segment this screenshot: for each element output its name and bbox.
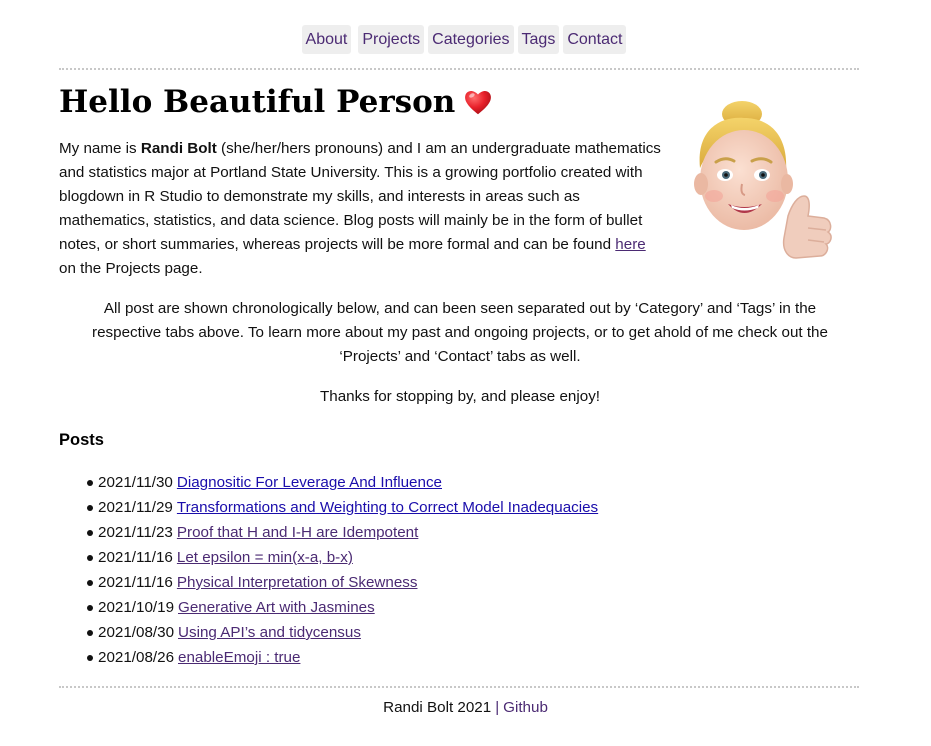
about-paragraph: All post are shown chronologically below… xyxy=(92,300,828,365)
bullet-icon xyxy=(87,629,93,636)
post-link[interactable]: Diagnositic For Leverage And Influence xyxy=(177,470,442,495)
page-title-text: Hello Beautiful Person xyxy=(59,84,456,120)
page-title: Hello Beautiful Person xyxy=(59,82,493,122)
top-divider xyxy=(59,68,859,70)
post-link[interactable]: Proof that H and I-H are Idempotent xyxy=(177,520,418,545)
post-item: 2021/10/19 Generative Art with Jasmines xyxy=(59,595,598,620)
projects-here-link[interactable]: here xyxy=(615,236,645,253)
post-item: 2021/11/29 Transformations and Weighting… xyxy=(59,495,598,520)
nav-projects[interactable]: Projects xyxy=(358,25,425,54)
github-link[interactable]: Github xyxy=(503,699,548,716)
red-heart-icon xyxy=(463,87,493,117)
post-date: 2021/11/16 xyxy=(98,549,173,566)
post-date: 2021/10/19 xyxy=(98,599,175,616)
post-item: 2021/11/23 Proof that H and I-H are Idem… xyxy=(59,520,598,545)
nav-tags[interactable]: Tags xyxy=(517,25,560,54)
post-link[interactable]: Transformations and Weighting to Correct… xyxy=(177,495,598,520)
post-item: 2021/08/26 enableEmoji : true xyxy=(59,645,598,670)
bullet-icon xyxy=(87,654,93,661)
post-date: 2021/11/30 xyxy=(98,474,173,491)
post-link[interactable]: Physical Interpretation of Skewness xyxy=(177,570,418,595)
nav-categories[interactable]: Categories xyxy=(428,25,514,54)
bullet-icon xyxy=(87,529,93,536)
post-item: 2021/08/30 Using API’s and tidycensus xyxy=(59,620,598,645)
post-item: 2021/11/30 Diagnositic For Leverage And … xyxy=(59,470,598,495)
bullet-icon xyxy=(87,554,93,561)
thanks-paragraph: Thanks for stopping by, and please enjoy… xyxy=(319,388,601,405)
nav-about[interactable]: About xyxy=(301,25,352,54)
post-date: 2021/11/23 xyxy=(98,524,173,541)
post-link[interactable]: enableEmoji : true xyxy=(178,645,300,670)
intro-text-3: on the Projects page. xyxy=(59,260,203,277)
post-link[interactable]: Let epsilon = min(x-a, b-x) xyxy=(177,545,353,570)
post-link[interactable]: Generative Art with Jasmines xyxy=(178,595,375,620)
footer: Randi Bolt 2021 | Github xyxy=(0,696,931,720)
nav-contact[interactable]: Contact xyxy=(563,25,627,54)
footer-separator: | xyxy=(495,699,500,716)
posts-heading: Posts xyxy=(59,431,104,449)
bullet-icon xyxy=(87,479,93,486)
post-link[interactable]: Using API’s and tidycensus xyxy=(178,620,361,645)
bullet-icon xyxy=(87,579,93,586)
intro-text-1: My name is xyxy=(59,140,141,157)
intro-paragraph: My name is Randi Bolt (she/her/hers pron… xyxy=(59,137,663,281)
memoji-avatar xyxy=(692,98,838,264)
post-item: 2021/11/16 Physical Interpretation of Sk… xyxy=(59,570,598,595)
footer-copyright: Randi Bolt 2021 xyxy=(383,699,492,716)
author-name: Randi Bolt xyxy=(140,140,217,157)
post-date: 2021/11/29 xyxy=(98,499,173,516)
post-date: 2021/08/30 xyxy=(98,624,175,641)
top-nav: About Projects Categories Tags Contact xyxy=(0,25,931,54)
post-item: 2021/11/16 Let epsilon = min(x-a, b-x) xyxy=(59,545,598,570)
bullet-icon xyxy=(87,604,93,611)
bottom-divider xyxy=(59,686,859,688)
post-date: 2021/08/26 xyxy=(98,649,175,666)
bullet-icon xyxy=(87,504,93,511)
posts-list: 2021/11/30 Diagnositic For Leverage And … xyxy=(59,470,598,670)
post-date: 2021/11/16 xyxy=(98,574,173,591)
